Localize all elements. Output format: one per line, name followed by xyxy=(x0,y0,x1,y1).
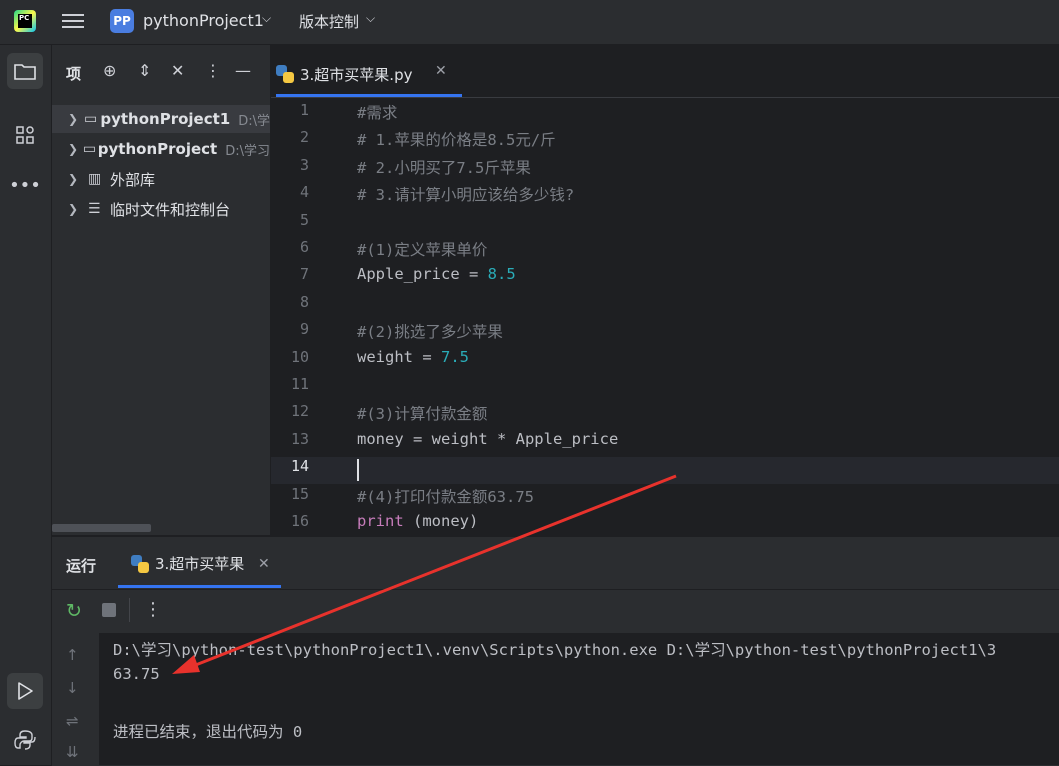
chevron-down-icon[interactable]: ⌵ xyxy=(366,11,375,26)
project-tool-folder-icon[interactable] xyxy=(7,53,43,89)
code-line[interactable]: money = weight * Apple_price xyxy=(357,430,618,448)
run-tab[interactable]: 3.超市买苹果 xyxy=(131,553,244,574)
close-icon[interactable]: ✕ xyxy=(258,556,270,572)
tree-item-label: pythonProject xyxy=(97,140,218,158)
locate-file-icon[interactable]: ⊕ xyxy=(103,61,116,80)
chevron-right-icon[interactable]: ❯ xyxy=(68,202,84,216)
run-toolbar xyxy=(52,589,1059,634)
chevron-right-icon[interactable]: ❯ xyxy=(68,112,80,126)
tree-item-label: 外部库 xyxy=(110,170,156,189)
tree-item-external-libraries[interactable]: ❯ ▥ 外部库 xyxy=(52,165,270,193)
line-number[interactable]: 8 xyxy=(271,293,309,311)
close-icon[interactable]: ✕ xyxy=(435,63,447,79)
current-line-highlight xyxy=(271,457,1059,484)
tree-item-pythonproject1[interactable]: ❯ ▭ pythonProject1 D:\学 xyxy=(52,105,270,133)
line-number[interactable]: 6 xyxy=(271,238,309,256)
code-line[interactable]: # 1.苹果的价格是8.5元/斤 xyxy=(357,128,556,150)
line-number[interactable]: 1 xyxy=(271,101,309,119)
minimize-icon[interactable]: — xyxy=(235,61,251,80)
tree-item-label: pythonProject1 xyxy=(100,110,231,128)
console-line: 63.75 xyxy=(113,665,160,683)
line-number[interactable]: 15 xyxy=(271,485,309,503)
library-icon: ▥ xyxy=(88,171,102,187)
code-line[interactable]: # 2.小明买了7.5斤苹果 xyxy=(357,156,531,178)
left-tool-strip xyxy=(0,45,52,765)
main-menu-icon[interactable] xyxy=(62,10,84,32)
code-line[interactable]: weight = 7.5 xyxy=(357,348,469,366)
line-number[interactable]: 12 xyxy=(271,402,309,420)
line-number[interactable]: 10 xyxy=(271,348,309,366)
text-caret xyxy=(357,459,359,481)
line-number[interactable]: 7 xyxy=(271,265,309,283)
chevron-right-icon[interactable]: ❯ xyxy=(68,142,79,156)
arrow-down-icon[interactable]: ↓ xyxy=(66,679,79,697)
chevron-right-icon[interactable]: ❯ xyxy=(68,172,84,186)
line-number[interactable]: 11 xyxy=(271,375,309,393)
code-line[interactable]: print (money) xyxy=(357,512,478,530)
line-number[interactable]: 3 xyxy=(271,156,309,174)
python-file-icon xyxy=(276,65,294,83)
options-icon[interactable]: ⋮ xyxy=(144,599,162,620)
line-number[interactable]: 13 xyxy=(271,430,309,448)
code-line[interactable]: Apple_price = 8.5 xyxy=(357,265,516,283)
line-number[interactable]: 5 xyxy=(271,211,309,229)
line-number[interactable]: 16 xyxy=(271,512,309,530)
code-line[interactable]: #需求 xyxy=(357,101,397,123)
line-number[interactable]: 9 xyxy=(271,320,309,338)
tree-item-path: D:\学习 xyxy=(225,143,270,159)
tree-item-path: D:\学 xyxy=(238,113,270,129)
options-icon[interactable]: ⋮ xyxy=(205,61,221,80)
editor-tab[interactable]: 3.超市买苹果.py xyxy=(276,56,412,92)
more-tools-icon[interactable]: ••• xyxy=(7,167,43,203)
arrow-up-icon[interactable]: ↑ xyxy=(66,646,79,664)
active-run-tab-indicator xyxy=(118,585,281,588)
vcs-menu[interactable]: 版本控制 xyxy=(299,11,359,32)
python-console-icon[interactable] xyxy=(7,722,43,758)
active-tab-indicator xyxy=(276,94,462,97)
editor-tab-label: 3.超市买苹果.py xyxy=(300,65,413,84)
project-badge[interactable]: PP xyxy=(110,9,134,33)
stop-icon[interactable] xyxy=(102,603,116,617)
code-line[interactable]: #(4)打印付款金额63.75 xyxy=(357,485,534,507)
line-number[interactable]: 4 xyxy=(271,183,309,201)
pycharm-logo-text: PC xyxy=(19,14,30,22)
structure-icon[interactable] xyxy=(7,117,43,153)
folder-icon: ▭ xyxy=(82,141,97,157)
scroll-to-end-icon[interactable]: ⇊ xyxy=(66,743,79,761)
folder-icon: ▭ xyxy=(83,111,98,127)
soft-wrap-icon[interactable]: ⇌ xyxy=(66,712,79,730)
horizontal-scrollbar[interactable] xyxy=(52,524,151,532)
tree-item-label: 临时文件和控制台 xyxy=(110,200,231,219)
expand-all-icon[interactable]: ⇕ xyxy=(138,61,151,80)
run-tab-label: 3.超市买苹果 xyxy=(155,555,245,573)
toolbar-divider xyxy=(129,598,130,622)
chevron-down-icon[interactable]: ⌵ xyxy=(262,11,271,26)
rerun-icon[interactable]: ↻ xyxy=(66,600,82,622)
code-line[interactable]: #(1)定义苹果单价 xyxy=(357,238,487,260)
python-file-icon xyxy=(131,554,149,573)
project-panel-title: 项 xyxy=(66,65,82,83)
line-number[interactable]: 2 xyxy=(271,128,309,146)
scratches-icon: ☰ xyxy=(88,201,101,217)
line-number[interactable]: 14 xyxy=(271,457,309,475)
project-switcher[interactable]: pythonProject1 xyxy=(143,11,264,30)
collapse-all-icon[interactable]: ✕ xyxy=(171,61,184,80)
console-line: 进程已结束，退出代码为 0 xyxy=(113,723,303,741)
tree-item-pythonproject[interactable]: ❯ ▭ pythonProject D:\学习 xyxy=(52,135,270,163)
code-line[interactable]: #(3)计算付款金额 xyxy=(357,402,487,424)
run-tool-icon[interactable] xyxy=(7,673,43,709)
tree-item-scratches[interactable]: ❯ ☰ 临时文件和控制台 xyxy=(52,195,270,223)
code-line[interactable]: #(2)挑选了多少苹果 xyxy=(357,320,503,342)
console-line: D:\学习\python-test\pythonProject1\.venv\S… xyxy=(113,641,997,659)
run-panel-title: 运行 xyxy=(66,557,97,575)
code-line[interactable]: # 3.请计算小明应该给多少钱? xyxy=(357,183,574,205)
